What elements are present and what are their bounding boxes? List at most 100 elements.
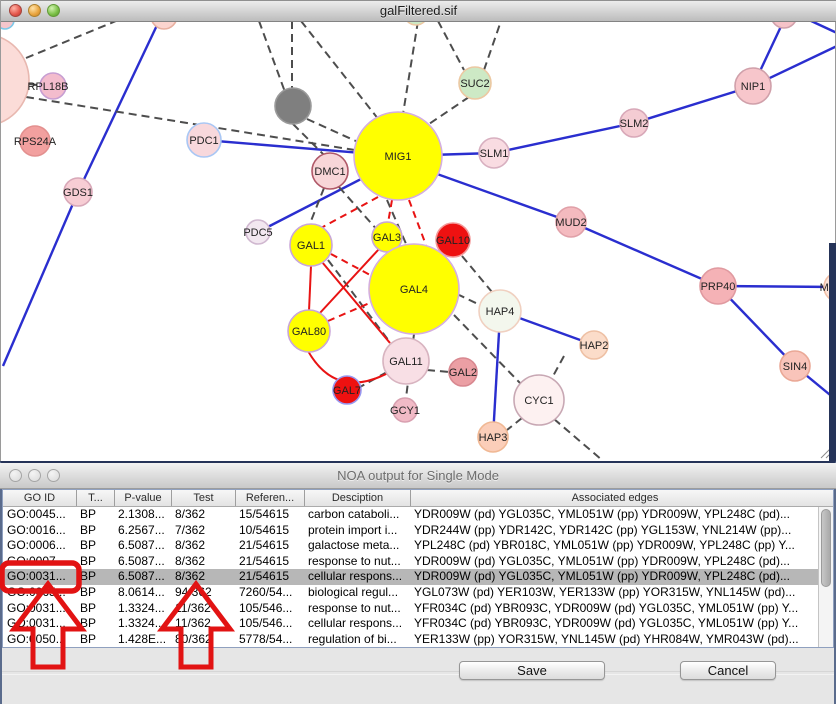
table-cell: GO:0045... [3, 507, 76, 523]
table-cell: 8/362 [171, 538, 235, 554]
table-cell: BP [76, 538, 114, 554]
table-cell: YGL073W (pd) YER103W, YER133W (pp) YOR31… [410, 585, 819, 601]
column-header-desciption[interactable]: Desciption [304, 490, 410, 506]
graph-edge-gray [427, 370, 449, 372]
cancel-button[interactable]: Cancel [680, 661, 776, 680]
background-edge [829, 243, 836, 461]
table-row[interactable]: GO:0050...BP1.428E...80/3625778/54...reg… [3, 632, 833, 648]
table-cell: 7260/54... [235, 585, 304, 601]
table-cell: 6.2567... [114, 523, 171, 539]
table-cell: BP [76, 632, 114, 648]
node-label-HAP4: HAP4 [486, 306, 515, 318]
table-cell: BP [76, 507, 114, 523]
graph-edge-blue [494, 123, 634, 153]
node-gray-node[interactable] [275, 88, 311, 124]
table-row[interactable]: GO:0016...BP6.2567...7/36210/54615protei… [3, 523, 833, 539]
graph-edge-gray [307, 119, 358, 142]
table-cell: 2.1308... [114, 507, 171, 523]
table-cell: 8/362 [171, 569, 235, 585]
save-button[interactable]: Save [459, 661, 605, 680]
table-cell: GO:0031... [3, 616, 76, 632]
zoom-button[interactable] [47, 469, 60, 482]
node-label-MIG1: MIG1 [385, 151, 412, 163]
table-cell: response to nut... [304, 601, 410, 617]
node-left-large[interactable] [1, 34, 29, 126]
graph-edge-red-dash [409, 200, 426, 245]
noa-titlebar[interactable]: NOA output for Single Mode [0, 463, 836, 489]
table-cell: carbon cataboli... [304, 507, 410, 523]
table-row[interactable]: GO:0006...BP6.5087...8/36221/54615galact… [3, 538, 833, 554]
node-label-HAP2: HAP2 [580, 340, 609, 352]
table-cell: YDR009W (pd) YGL035C, YML051W (pp) YDR00… [410, 569, 819, 585]
vertical-scrollbar[interactable] [818, 507, 833, 647]
node-label-NIP1: NIP1 [741, 81, 765, 93]
table-cell: 80/362 [171, 632, 235, 648]
close-button[interactable] [9, 469, 22, 482]
table-body: GO:0045...BP2.1308...8/36215/54615carbon… [3, 507, 833, 647]
graph-edge-blue [571, 222, 718, 286]
table-cell: 6.5087... [114, 569, 171, 585]
column-header-referen-[interactable]: Referen... [235, 490, 304, 506]
table-row[interactable]: GO:0031...BP1.3324...11/362105/546...res… [3, 601, 833, 617]
table-cell: 8/362 [171, 507, 235, 523]
node-label-PDC5: PDC5 [243, 227, 272, 239]
graph-edge-gray [457, 294, 480, 305]
column-header-t-[interactable]: T... [76, 490, 114, 506]
table-cell: YDR244W (pp) YDR142C, YDR142C (pp) YGL15… [410, 523, 819, 539]
table-row[interactable]: GO:0065...BP8.0614...94/3627260/54...bio… [3, 585, 833, 601]
table-cell: galactose meta... [304, 538, 410, 554]
node-label-SLM2: SLM2 [620, 118, 649, 130]
graph-titlebar[interactable]: galFiltered.sif [1, 0, 836, 22]
table-cell: 5778/54... [235, 632, 304, 648]
noa-window-controls [9, 469, 60, 482]
column-header-go-id[interactable]: GO ID [3, 490, 76, 506]
minimize-button[interactable] [28, 469, 41, 482]
column-header-associated-edges[interactable]: Associated edges [410, 490, 819, 506]
table-cell: GO:0065... [3, 585, 76, 601]
graph-edge-gray [507, 418, 522, 430]
scrollbar-thumb[interactable] [821, 509, 831, 587]
graph-edge-blue [78, 21, 159, 192]
table-cell: GO:0016... [3, 523, 76, 539]
table-cell: 1.3324... [114, 616, 171, 632]
column-header-test[interactable]: Test [171, 490, 235, 506]
node-label-GAL10: GAL10 [436, 235, 470, 247]
node-label-GAL3: GAL3 [373, 232, 401, 244]
column-header-p-value[interactable]: P-value [114, 490, 171, 506]
table-cell: YPL248C (pd) YBR018C, YML051W (pp) YDR00… [410, 538, 819, 554]
table-cell: BP [76, 601, 114, 617]
table-cell: 11/362 [171, 601, 235, 617]
button-panel: Save Cancel [2, 648, 834, 704]
table-cell: 8.0614... [114, 585, 171, 601]
table-header[interactable]: GO IDT...P-valueTestReferen...Desciption… [3, 490, 833, 507]
graph-edge-gray [301, 21, 379, 120]
table-cell: 1.428E... [114, 632, 171, 648]
graph-edge-blue [3, 192, 78, 366]
table-row[interactable]: GO:0031...BP1.3324...11/362105/546...cel… [3, 616, 833, 632]
network-canvas[interactable]: RPL18BRPS24AGDS1PDC1SUC2SLM1SLM2NIP1MUD2… [1, 0, 836, 461]
node-label-GAL2: GAL2 [449, 367, 477, 379]
graph-edge-red [309, 266, 311, 311]
node-label-HAP3: HAP3 [479, 432, 508, 444]
table-row[interactable]: GO:0031...BP6.5087...8/36221/54615cellul… [3, 569, 833, 585]
graph-edge-gray [552, 356, 564, 378]
node-label-MUD2: MUD2 [555, 217, 586, 229]
graph-edge-gray [462, 256, 492, 292]
graph-edge-gray [429, 97, 469, 124]
node-label-GAL1: GAL1 [297, 240, 325, 252]
close-button[interactable] [9, 4, 22, 17]
graph-window-title: galFiltered.sif [1, 1, 836, 21]
table-cell: protein import i... [304, 523, 410, 539]
zoom-button[interactable] [47, 4, 60, 17]
minimize-button[interactable] [28, 4, 41, 17]
table-cell: 21/54615 [235, 569, 304, 585]
node-label-SLM1: SLM1 [480, 148, 509, 160]
table-row[interactable]: GO:0007...BP6.5087...8/36221/54615respon… [3, 554, 833, 570]
screen: { "graph_window": { "title": "galFiltere… [0, 0, 836, 704]
table-cell: cellular respons... [304, 569, 410, 585]
table-cell: GO:0007... [3, 554, 76, 570]
table-cell: YDR009W (pd) YGL035C, YML051W (pp) YDR00… [410, 554, 819, 570]
node-label-SUC2: SUC2 [460, 78, 489, 90]
table-row[interactable]: GO:0045...BP2.1308...8/36215/54615carbon… [3, 507, 833, 523]
table-cell: 94/362 [171, 585, 235, 601]
